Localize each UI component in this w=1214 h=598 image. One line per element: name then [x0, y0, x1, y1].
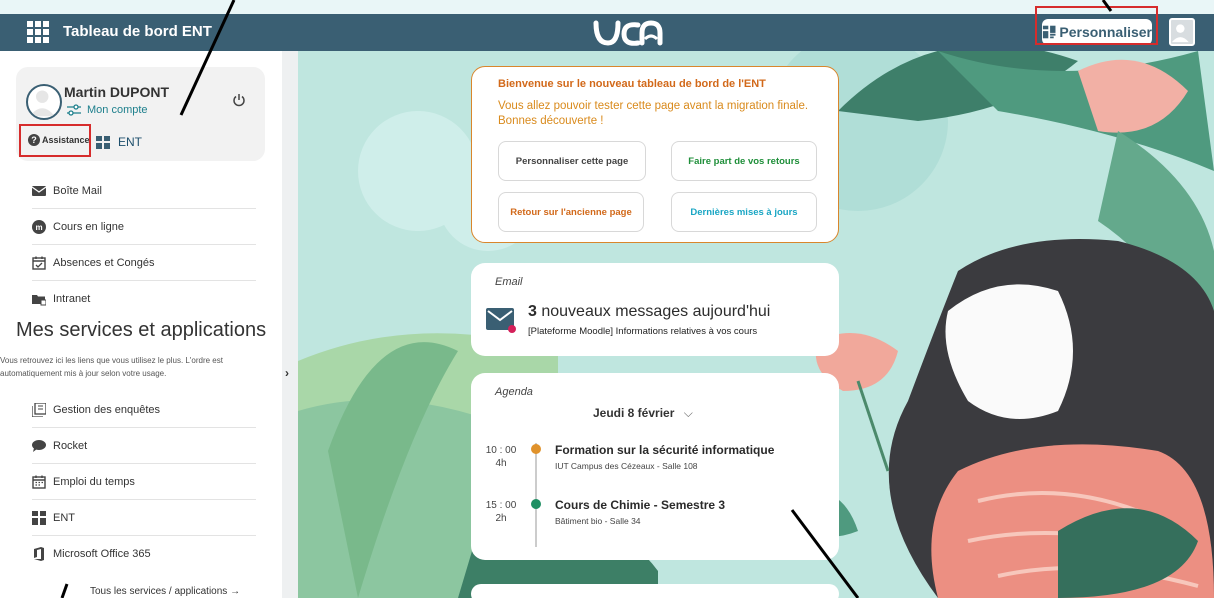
sidebar-item-label: Microsoft Office 365	[53, 548, 151, 560]
sidebar-item-ent[interactable]: ENT	[32, 500, 256, 536]
event-location: Bâtiment bio - Salle 34	[555, 516, 641, 526]
services-section-description: Vous retrouvez ici les liens que vous ut…	[0, 356, 223, 378]
envelope-icon	[486, 308, 516, 333]
services-section-title: Mes services et applications	[16, 319, 267, 341]
updates-button[interactable]: Dernières mises à jours	[671, 192, 817, 232]
old-page-button[interactable]: Retour sur l'ancienne page	[498, 192, 644, 232]
sidebar-item-office365[interactable]: Microsoft Office 365	[32, 536, 256, 572]
sidebar-collapse-bar[interactable]	[282, 51, 298, 598]
moodle-icon: m	[32, 219, 46, 234]
event-title[interactable]: Formation sur la sécurité informatique	[555, 443, 774, 457]
ent-grid-icon	[96, 135, 110, 149]
profile-name: Martin DUPONT	[64, 84, 169, 100]
event-dot	[531, 499, 541, 509]
chevron-down-icon: ⌵	[683, 406, 693, 420]
event-location: IUT Campus des Cézeaux - Salle 108	[555, 461, 698, 471]
new-messages-summary: 3 nouveaux messages aujourd'hui	[528, 303, 770, 321]
latest-message-subject: [Plateforme Moodle] Informations relativ…	[528, 326, 758, 337]
folder-icon	[32, 295, 46, 306]
event-title[interactable]: Cours de Chimie - Semestre 3	[555, 498, 725, 512]
sidebar-item-label: Intranet	[53, 293, 91, 305]
agenda-card-label: Agenda	[495, 386, 533, 398]
apps-grid-icon[interactable]	[27, 21, 49, 43]
sidebar-item-label: Boîte Mail	[53, 184, 102, 197]
event-start: 15 : 00	[485, 500, 517, 511]
personalize-highlight-frame	[1035, 6, 1158, 45]
sidebar-item-label: ENT	[53, 511, 75, 524]
settings-sliders-icon	[67, 104, 81, 116]
email-card[interactable]: Email 3 nouveaux messages aujourd'hui [P…	[471, 263, 839, 356]
event-duration: 2h	[495, 513, 507, 524]
agenda-timeline	[535, 443, 537, 547]
calendar-check-icon	[32, 256, 46, 270]
top-header: Tableau de bord ENT Personnaliser	[0, 14, 1214, 51]
event-time: 10 : 00 4h	[485, 444, 517, 470]
sidebar-item-label: Rocket	[53, 439, 88, 452]
event-time: 15 : 00 2h	[485, 499, 517, 525]
event-duration: 4h	[495, 458, 507, 469]
welcome-text: Vous allez pouvoir tester cette page ava…	[498, 100, 809, 127]
user-icon	[29, 90, 55, 117]
uca-logo	[593, 20, 663, 46]
email-card-label: Email	[495, 276, 523, 288]
user-avatar-button[interactable]	[1169, 18, 1195, 46]
sidebar-item-label: Absences et Congés	[53, 256, 155, 269]
new-messages-text: nouveaux messages aujourd'hui	[541, 303, 771, 320]
services-list: Gestion des enquêtes Rocket Emploi du te…	[32, 392, 256, 572]
profile-avatar[interactable]	[26, 84, 62, 120]
survey-icon	[32, 402, 46, 417]
sidebar-item-courses[interactable]: m Cours en ligne	[32, 209, 256, 245]
sidebar-item-rocket[interactable]: Rocket	[32, 428, 256, 464]
top-margin	[0, 0, 1214, 14]
quick-links-list: Boîte Mail m Cours en ligne Absences et …	[32, 173, 256, 317]
ent-label: ENT	[118, 135, 142, 149]
sidebar-item-absences[interactable]: Absences et Congés	[32, 245, 256, 281]
next-card-partial	[471, 584, 839, 598]
feedback-button[interactable]: Faire part de vos retours	[671, 141, 817, 181]
ent-link[interactable]: ENT	[96, 135, 142, 149]
mail-icon	[32, 185, 46, 196]
assistance-highlight-frame	[19, 124, 91, 157]
page-title: Tableau de bord ENT	[63, 23, 212, 40]
welcome-card: Bienvenue sur le nouveau tableau de bord…	[471, 66, 839, 243]
my-account-label: Mon compte	[87, 104, 148, 116]
sidebar-item-surveys[interactable]: Gestion des enquêtes	[32, 392, 256, 428]
new-messages-count: 3	[528, 303, 537, 320]
agenda-date: Jeudi 8 février	[593, 406, 675, 420]
sidebar-item-label: Gestion des enquêtes	[53, 403, 161, 416]
sidebar-item-intranet[interactable]: Intranet	[32, 281, 256, 317]
user-icon	[1171, 24, 1189, 43]
event-dot	[531, 444, 541, 454]
sidebar-item-label: Emploi du temps	[53, 475, 135, 488]
sidebar-item-mail[interactable]: Boîte Mail	[32, 173, 256, 209]
agenda-date-selector[interactable]: Jeudi 8 février ⌵	[593, 406, 693, 421]
ent-grid-icon	[32, 510, 46, 525]
sidebar-item-timetable[interactable]: Emploi du temps	[32, 464, 256, 500]
customize-page-button[interactable]: Personnaliser cette page	[498, 141, 646, 181]
all-services-link[interactable]: Tous les services / applications →	[90, 586, 240, 597]
chevron-right-icon[interactable]: ›	[285, 366, 289, 380]
welcome-title: Bienvenue sur le nouveau tableau de bord…	[498, 78, 766, 90]
svg-text:m: m	[35, 223, 42, 232]
sidebar: Martin DUPONT Mon compte ? Assistance EN…	[0, 51, 282, 598]
chat-icon	[32, 439, 46, 452]
calendar-icon	[32, 475, 46, 489]
power-icon[interactable]	[232, 93, 246, 107]
sidebar-item-label: Cours en ligne	[53, 220, 124, 233]
event-start: 10 : 00	[485, 445, 517, 456]
office-icon	[34, 547, 44, 561]
my-account-link[interactable]: Mon compte	[66, 104, 148, 116]
agenda-card: Agenda Jeudi 8 février ⌵ 10 : 00 4h Form…	[471, 373, 839, 560]
